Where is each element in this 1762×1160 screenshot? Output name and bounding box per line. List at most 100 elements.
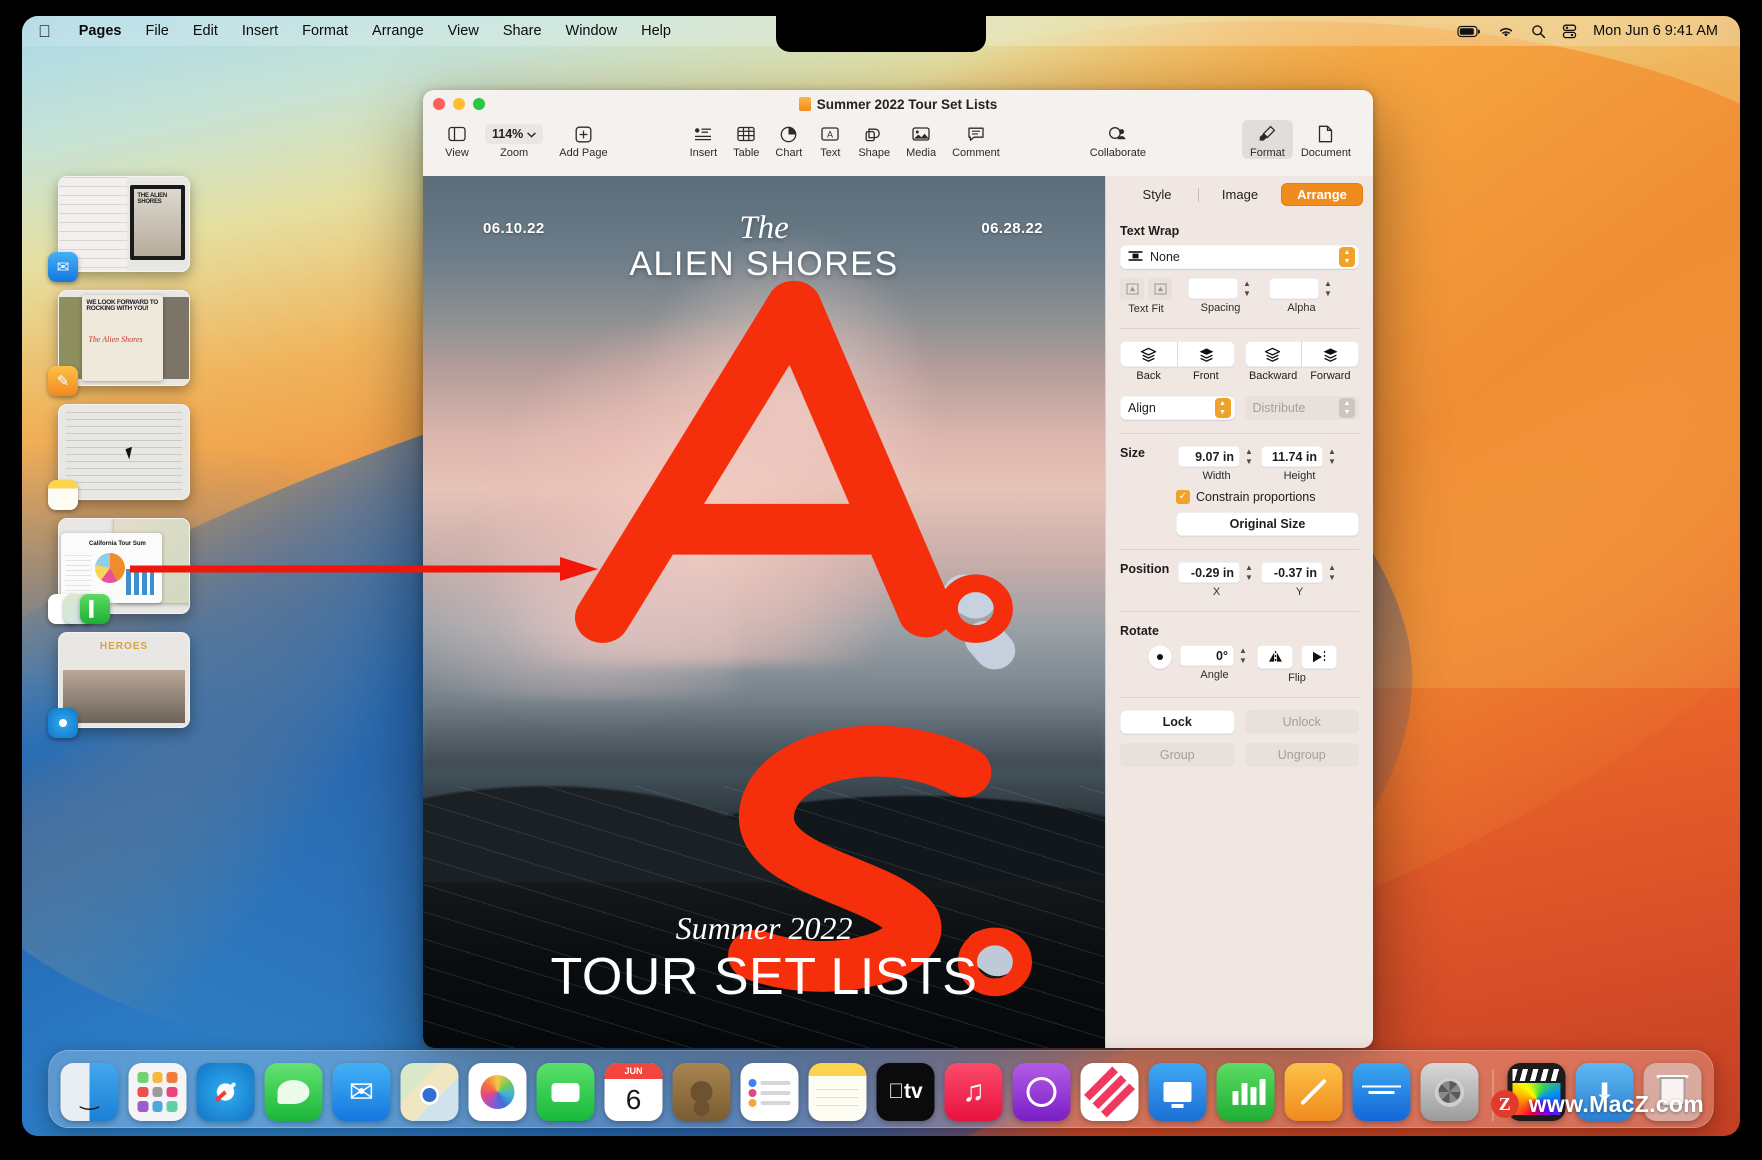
search-icon[interactable]: [1531, 24, 1546, 39]
menu-item-arrange[interactable]: Arrange: [360, 23, 436, 39]
toolbar-chart-button[interactable]: Chart: [767, 120, 810, 159]
position-x-input[interactable]: -0.29 in: [1178, 562, 1240, 583]
position-y-input[interactable]: -0.37 in: [1261, 562, 1323, 583]
text-wrap-stepper-icon[interactable]: ▲ ▼: [1339, 247, 1355, 267]
align-popup[interactable]: Align ▲ ▼: [1120, 396, 1235, 420]
stage-card-notes-document-thumbnail[interactable]: [48, 404, 190, 510]
alpha-input[interactable]: [1269, 278, 1319, 299]
toolbar-add-page-button[interactable]: Add Page: [551, 120, 615, 159]
dock-app-facetime[interactable]: [536, 1063, 595, 1121]
rotate-dial[interactable]: [1148, 645, 1172, 669]
distribute-popup[interactable]: Distribute ▲ ▼: [1244, 396, 1359, 420]
constrain-proportions-row[interactable]: ✓ Constrain proportions: [1176, 490, 1359, 504]
dock-app-numbers[interactable]: [1216, 1063, 1275, 1121]
dock-app-calendar[interactable]: JUN 6: [604, 1063, 663, 1121]
lock-button[interactable]: Lock: [1120, 710, 1235, 734]
format-inspector-sidebar: Style Image Arrange Text Wrap None ▲ ▼ T…: [1105, 176, 1373, 1048]
menu-item-share[interactable]: Share: [491, 23, 554, 39]
alpha-stepper-icon[interactable]: ▲ ▼: [1322, 279, 1334, 299]
dock-app-reminders[interactable]: [740, 1063, 799, 1121]
position-x-stepper-icon[interactable]: ▲ ▼: [1243, 563, 1255, 583]
constrain-proportions-checkbox[interactable]: ✓: [1176, 490, 1190, 504]
menu-item-insert[interactable]: Insert: [230, 23, 290, 39]
toolbar-shape-button[interactable]: Shape: [850, 120, 898, 159]
text-fit-shrink-icon[interactable]: [1120, 278, 1144, 300]
width-stepper-icon[interactable]: ▲ ▼: [1243, 447, 1255, 467]
dock-app-messages[interactable]: [264, 1063, 323, 1121]
flip-label: Flip: [1288, 672, 1306, 684]
bring-forward-button[interactable]: [1302, 341, 1359, 367]
send-backward-button[interactable]: [1245, 341, 1303, 367]
toolbar-view-button[interactable]: View: [437, 120, 477, 159]
tab-style[interactable]: Style: [1116, 183, 1198, 206]
toolbar-text-button[interactable]: A Text: [810, 120, 850, 159]
document-canvas[interactable]: 06.10.22 06.28.22 The ALIEN SHORES Summe…: [423, 176, 1105, 1048]
comment-icon: [967, 123, 985, 145]
control-center-icon[interactable]: [1562, 24, 1577, 39]
dock-app-pages[interactable]: [1284, 1063, 1343, 1121]
bring-to-front-button[interactable]: [1178, 341, 1235, 367]
stage-card-mail-window-thumbnail[interactable]: ✉: [48, 176, 190, 282]
wifi-icon[interactable]: [1497, 25, 1515, 38]
dock-app-tv[interactable]: tv: [876, 1063, 935, 1121]
menu-item-edit[interactable]: Edit: [181, 23, 230, 39]
menu-item-format[interactable]: Format: [290, 23, 360, 39]
flip-horizontal-button[interactable]: [1257, 645, 1293, 669]
menu-item-pages[interactable]: Pages: [67, 23, 134, 39]
dock-app-mail[interactable]: [332, 1063, 391, 1121]
spacing-stepper-icon[interactable]: ▲ ▼: [1241, 279, 1253, 299]
align-stepper-icon[interactable]: ▲ ▼: [1214, 398, 1231, 418]
angle-input[interactable]: 0°: [1180, 645, 1234, 666]
stage-card-pages-letter-thumbnail[interactable]: ✎: [48, 290, 190, 396]
minimize-button[interactable]: [453, 98, 465, 110]
toolbar-document-button[interactable]: Document: [1293, 120, 1359, 159]
height-input[interactable]: 11.74 in: [1261, 446, 1323, 467]
original-size-button[interactable]: Original Size: [1176, 512, 1359, 536]
height-stepper-icon[interactable]: ▲ ▼: [1326, 447, 1338, 467]
dock-app-contacts[interactable]: [672, 1063, 731, 1121]
dock-app-notes[interactable]: [808, 1063, 867, 1121]
flip-vertical-button[interactable]: [1301, 645, 1337, 669]
spacing-input[interactable]: [1188, 278, 1238, 299]
stage-card-heroes-poster-thumbnail[interactable]: [48, 632, 190, 738]
toolbar-comment-button[interactable]: Comment: [944, 120, 1008, 159]
dock-app-launchpad[interactable]: [128, 1063, 187, 1121]
dock-app-photos[interactable]: [468, 1063, 527, 1121]
menu-item-window[interactable]: Window: [554, 23, 630, 39]
dock-app-keynote[interactable]: [1148, 1063, 1207, 1121]
position-y-stepper-icon[interactable]: ▲ ▼: [1326, 563, 1338, 583]
close-button[interactable]: [433, 98, 445, 110]
forward-label: Forward: [1310, 370, 1351, 382]
tab-arrange[interactable]: Arrange: [1281, 183, 1363, 206]
dock-app-settings[interactable]: [1420, 1063, 1479, 1121]
send-to-back-button[interactable]: [1120, 341, 1178, 367]
dock-app-appstore[interactable]: [1352, 1063, 1411, 1121]
battery-icon[interactable]: [1457, 25, 1481, 38]
toolbar-format-button[interactable]: Format: [1242, 120, 1293, 159]
apple-logo-icon[interactable]: : [38, 23, 51, 40]
text-fit-grow-icon[interactable]: [1148, 278, 1172, 300]
dock-app-music[interactable]: [944, 1063, 1003, 1121]
dock-app-maps[interactable]: [400, 1063, 459, 1121]
tab-image[interactable]: Image: [1199, 183, 1281, 206]
width-input[interactable]: 9.07 in: [1178, 446, 1240, 467]
toolbar-table-button[interactable]: Table: [725, 120, 767, 159]
toolbar-media-button[interactable]: Media: [898, 120, 944, 159]
menu-item-view[interactable]: View: [436, 23, 491, 39]
dock-app-podcasts[interactable]: [1012, 1063, 1071, 1121]
dock-app-finder[interactable]: [60, 1063, 119, 1121]
angle-stepper-icon[interactable]: ▲ ▼: [1237, 646, 1249, 666]
menu-item-help[interactable]: Help: [629, 23, 683, 39]
menu-item-file[interactable]: File: [133, 23, 180, 39]
poster-image[interactable]: 06.10.22 06.28.22 The ALIEN SHORES Summe…: [423, 176, 1105, 1048]
zoom-button[interactable]: [473, 98, 485, 110]
toolbar-insert-button[interactable]: Insert: [682, 120, 726, 159]
spacing-label: Spacing: [1200, 302, 1241, 314]
menu-bar-clock[interactable]: Mon Jun 6 9:41 AM: [1593, 23, 1718, 39]
toolbar-zoom-button[interactable]: 114% Zoom: [477, 120, 551, 159]
toolbar-collaborate-button[interactable]: Collaborate: [1082, 120, 1154, 159]
window-titlebar[interactable]: Summer 2022 Tour Set Lists: [423, 90, 1373, 118]
dock-app-news[interactable]: [1080, 1063, 1139, 1121]
dock-app-safari[interactable]: [196, 1063, 255, 1121]
text-wrap-popup[interactable]: None ▲ ▼: [1120, 245, 1359, 269]
